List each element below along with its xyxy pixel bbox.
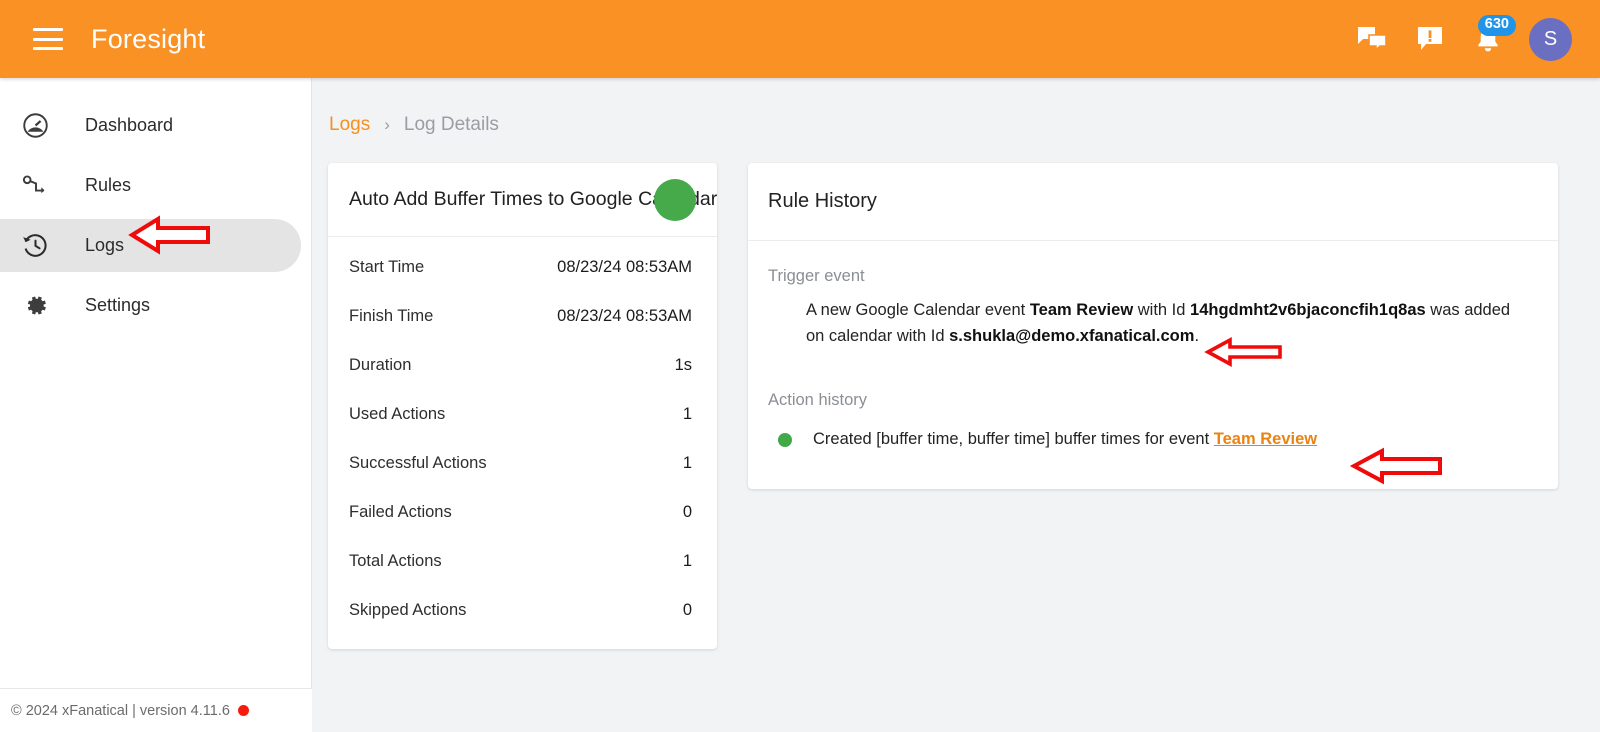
table-row: Duration 1s [328, 341, 717, 390]
table-row: Total Actions 1 [328, 537, 717, 586]
log-details-card: Auto Add Buffer Times to Google Calendar… [328, 163, 717, 649]
row-value: 0 [682, 503, 692, 521]
sidebar-item-label: Rules [85, 175, 132, 195]
row-value: 0 [682, 601, 692, 619]
app-header: Foresight 630 S [0, 0, 1600, 78]
row-value: 1 [682, 405, 692, 423]
hamburger-menu-icon[interactable] [33, 28, 63, 50]
sidebar-item-label: Logs [85, 235, 125, 255]
row-value: 1 [682, 454, 692, 472]
action-status-bullet-icon [778, 432, 792, 447]
app-title: Foresight [91, 23, 206, 54]
notification-bell-icon[interactable]: 630 [1459, 10, 1517, 68]
trigger-part1: A new Google Calendar event [806, 301, 1030, 319]
trigger-event-id: 14hgdmht2v6bjaconcfih1q8as [1190, 301, 1426, 319]
trigger-part2: with Id [1133, 301, 1191, 319]
table-row: Used Actions 1 [328, 390, 717, 439]
trigger-calendar-id: s.shukla@demo.xfanatical.com [949, 326, 1195, 345]
footer-text: © 2024 xFanatical | version 4.11.6 [11, 702, 230, 719]
row-key: Skipped Actions [349, 601, 467, 619]
action-history-label: Action history [768, 391, 868, 410]
rule-history-title: Rule History [768, 190, 877, 212]
action-text-body: Created [buffer time, buffer time] buffe… [813, 430, 1214, 449]
sidebar-item-label: Dashboard [85, 115, 174, 135]
notification-count-badge: 630 [1477, 15, 1516, 36]
avatar[interactable]: S [1529, 17, 1572, 61]
sidebar-item-label: Settings [85, 295, 151, 315]
row-key: Total Actions [349, 552, 442, 570]
sidebar: Dashboard Rules Logs Settings © 2024 xFa… [0, 78, 312, 732]
speedometer-icon [20, 112, 50, 139]
trigger-event-name: Team Review [1029, 301, 1134, 319]
rule-history-body: Trigger event A new Google Calendar even… [748, 241, 1558, 489]
forum-chat-icon[interactable] [1343, 10, 1401, 68]
row-key: Successful Actions [349, 454, 487, 472]
content-cards: Auto Add Buffer Times to Google Calendar… [312, 136, 1600, 649]
trigger-event-label: Trigger event [768, 267, 865, 285]
breadcrumb-logs-link[interactable]: Logs [329, 114, 370, 136]
row-value: 08/23/24 08:53AM [557, 258, 692, 276]
action-event-link[interactable]: Team Review [1214, 430, 1317, 448]
row-value: 08/23/24 08:53AM [557, 307, 692, 325]
rule-history-header: Rule History [748, 163, 1558, 241]
log-status-indicator [654, 179, 696, 221]
sidebar-item-settings[interactable]: Settings [0, 279, 301, 332]
sidebar-item-rules[interactable]: Rules [0, 159, 301, 212]
rule-flow-icon [20, 174, 50, 198]
log-details-header: Auto Add Buffer Times to Google Calendar… [328, 163, 717, 237]
feedback-alert-icon[interactable] [1401, 10, 1459, 68]
row-key: Duration [349, 356, 412, 374]
trigger-event-description: A new Google Calendar event Team Review … [806, 298, 1526, 349]
history-clock-icon [20, 232, 50, 259]
breadcrumb: Logs › Log Details [312, 78, 1600, 136]
table-row: Failed Actions 0 [328, 488, 717, 537]
table-row: Finish Time 08/23/24 08:53AM [328, 292, 717, 341]
action-history-item: Created [buffer time, buffer time] buffe… [778, 430, 1538, 449]
header-actions: 630 S [1343, 10, 1572, 68]
status-dot-icon [237, 705, 249, 716]
row-value: 1s [674, 356, 692, 374]
breadcrumb-current: Log Details [403, 114, 499, 135]
gear-icon [20, 292, 50, 319]
main-content: Logs › Log Details Auto Add Buffer Times… [312, 78, 1600, 732]
sidebar-item-logs[interactable]: Logs [0, 219, 301, 272]
log-details-rows: Start Time 08/23/24 08:53AM Finish Time … [328, 237, 717, 649]
rule-history-card: Rule History Trigger event A new Google … [748, 163, 1558, 490]
row-value: 1 [682, 552, 692, 570]
table-row: Start Time 08/23/24 08:53AM [328, 243, 717, 292]
trigger-part4: . [1194, 326, 1200, 345]
action-history-text: Created [buffer time, buffer time] buffe… [813, 430, 1317, 449]
app-root: Foresight 630 S Dashboard Rules Logs Set… [0, 0, 1600, 732]
row-key: Start Time [349, 258, 425, 276]
app-version-footer: © 2024 xFanatical | version 4.11.6 [0, 688, 312, 732]
table-row: Skipped Actions 0 [328, 586, 717, 635]
breadcrumb-separator-icon: › [384, 115, 390, 134]
table-row: Successful Actions 1 [328, 439, 717, 488]
sidebar-item-dashboard[interactable]: Dashboard [0, 99, 301, 152]
row-key: Used Actions [349, 405, 446, 423]
sidebar-nav: Dashboard Rules Logs Settings [0, 78, 311, 332]
row-key: Failed Actions [349, 503, 452, 521]
row-key: Finish Time [349, 307, 434, 325]
